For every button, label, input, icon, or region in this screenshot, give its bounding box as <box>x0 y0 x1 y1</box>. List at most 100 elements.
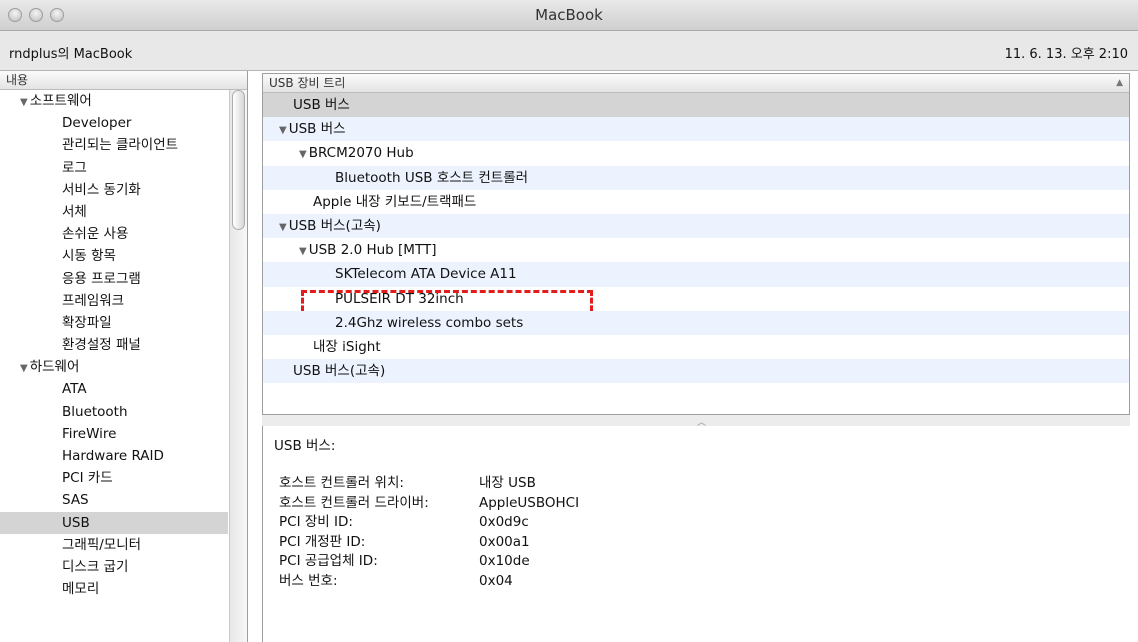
disclosure-triangle-icon[interactable]: ▼ <box>279 222 287 233</box>
sidebar-item[interactable]: 관리되는 클라이언트 <box>0 134 228 156</box>
disclosure-triangle-icon[interactable]: ▼ <box>279 125 287 136</box>
sidebar-item-label: 확장파일 <box>62 314 112 331</box>
sidebar-item-label: FireWire <box>62 425 117 442</box>
window-title: MacBook <box>535 6 603 24</box>
sidebar-item-label: 서비스 동기화 <box>62 181 141 198</box>
property-value: 내장 USB <box>479 475 536 491</box>
sidebar-item[interactable]: Bluetooth <box>0 401 228 423</box>
sidebar-item[interactable]: 디스크 굽기 <box>0 556 228 578</box>
tree-row[interactable]: ▼ USB 버스(고속) <box>263 213 1129 239</box>
sidebar-item-label: 프레임워크 <box>62 292 125 309</box>
sidebar-item-label: ATA <box>62 381 87 398</box>
property-row: 호스트 컨트롤러 위치: 내장 USB <box>279 474 579 494</box>
sidebar-item[interactable]: 서체 <box>0 201 228 223</box>
tree-row[interactable]: 2.4Ghz wireless combo sets <box>263 310 1129 335</box>
property-value: AppleUSBOHCI <box>479 494 580 511</box>
detail-title: USB 버스: <box>274 438 336 454</box>
sidebar-item[interactable]: SAS <box>0 489 228 511</box>
tree-column-header[interactable]: USB 장비 트리 ▲ <box>263 74 1129 93</box>
tree-row-label: 내장 iSight <box>313 338 381 355</box>
sidebar-item-label: 손쉬운 사용 <box>62 226 129 243</box>
sidebar-item-label: 하드웨어 <box>29 359 80 376</box>
machine-name: rndplus의 MacBook <box>9 47 133 62</box>
property-row: PCI 개정판 ID: 0x00a1 <box>279 533 579 553</box>
sidebar-item-label: 메모리 <box>62 581 100 598</box>
sidebar-item-label: 환경설정 패널 <box>62 337 141 354</box>
disclosure-triangle-icon[interactable]: ▼ <box>299 246 307 257</box>
title-bar: MacBook <box>0 0 1138 31</box>
tree-row[interactable]: Bluetooth USB 호스트 컨트롤러 <box>263 165 1129 190</box>
sidebar-item[interactable]: 서비스 동기화 <box>0 179 228 201</box>
property-row: PCI 장비 ID: 0x0d9c <box>279 513 579 533</box>
tree-row-label: USB 버스 <box>288 121 346 138</box>
tree-row[interactable]: PULSEIR DT 32inch <box>263 287 1129 319</box>
sidebar-item[interactable]: 응용 프로그램 <box>0 268 228 290</box>
sidebar-item[interactable]: Hardware RAID <box>0 445 228 467</box>
tree-row[interactable]: ▼ USB 버스 <box>263 117 1129 142</box>
sidebar-item[interactable]: 그래픽/모니터 <box>0 534 228 556</box>
tree-row-label: BRCM2070 Hub <box>308 145 414 162</box>
sidebar-item[interactable]: 손쉬운 사용 <box>0 223 228 245</box>
property-label: 호스트 컨트롤러 위치: <box>279 475 404 491</box>
property-row: 버스 번호: 0x04 <box>279 572 579 592</box>
sidebar-item-label: USB <box>62 514 90 531</box>
sort-up-icon: ▲ <box>1116 78 1123 88</box>
tree-row-label: SKTelecom ATA Device A11 <box>335 266 517 283</box>
sidebar-column-header[interactable]: 내용 <box>0 71 247 90</box>
tree-rows: USB 버스 ▼ USB 버스 ▼ BRCM2070 Hub Bluetooth USB … <box>263 93 1129 384</box>
tree-row[interactable]: SKTelecom ATA Device A11 <box>263 262 1129 287</box>
tree-row[interactable]: USB 버스 <box>263 93 1129 118</box>
property-table: 호스트 컨트롤러 위치: 내장 USB 호스트 컨트롤러 드라이버: AppleUSB… <box>279 474 579 591</box>
tree-row[interactable]: USB 버스(고속) <box>263 359 1129 384</box>
property-row: 호스트 컨트롤러 드라이버: AppleUSBOHCI <box>279 494 579 514</box>
disclosure-triangle-icon[interactable]: ▼ <box>20 97 28 108</box>
sidebar-item[interactable]: ATA <box>0 378 228 400</box>
property-value: 0x0d9c <box>479 514 529 530</box>
property-value: 0x10de <box>479 553 530 569</box>
sidebar-item-label: 소프트웨어 <box>29 93 92 109</box>
sidebar-item-label: Developer <box>62 115 132 132</box>
tree-row[interactable]: Apple 내장 키보드/트랙패드 <box>263 190 1129 214</box>
sidebar-item-label: SAS <box>62 492 89 509</box>
sidebar-item[interactable]: USB <box>0 511 228 534</box>
tree-row-label: USB 버스(고속) <box>293 363 386 380</box>
sidebar-item[interactable]: FireWire <box>0 423 228 445</box>
sidebar-item-label: Hardware RAID <box>62 448 164 464</box>
sidebar-item[interactable]: 프레임워크 <box>0 290 228 312</box>
sidebar-scroll-thumb[interactable] <box>232 90 245 230</box>
sidebar-category[interactable]: ▼ 소프트웨어 <box>0 90 228 112</box>
tree-row[interactable]: ▼ BRCM2070 Hub <box>263 141 1129 165</box>
sidebar-item-label: 시동 항목 <box>62 248 116 265</box>
sidebar-scrollbar[interactable] <box>229 90 247 642</box>
tree-header-label: USB 장비 트리 <box>269 76 346 90</box>
tree-row-label: USB 2.0 Hub [MTT] <box>308 242 437 259</box>
sidebar-category[interactable]: ▼ 하드웨어 <box>0 356 228 378</box>
tree-row-label: 2.4Ghz wireless combo sets <box>335 314 524 331</box>
property-value: 0x00a1 <box>479 533 530 550</box>
disclosure-triangle-icon[interactable]: ▼ <box>20 363 28 374</box>
tree-row-label: USB 버스 <box>293 97 350 113</box>
tree-row-label: Apple 내장 키보드/트랙패드 <box>313 193 477 210</box>
tree-row-label: PULSEIR DT 32inch <box>335 290 464 307</box>
sidebar-item[interactable]: 메모리 <box>0 578 228 600</box>
sidebar-item-label: 응용 프로그램 <box>62 270 141 287</box>
info-bar: rndplus의 MacBook 11. 6. 13. 오후 2:10 <box>0 31 1138 71</box>
detail-panel: USB 버스: 호스트 컨트롤러 위치: 내장 USB 호스트 컨트롤러 드라이버:… <box>262 426 1130 642</box>
disclosure-triangle-icon[interactable]: ▼ <box>299 149 307 160</box>
property-row: PCI 공급업체 ID: 0x10de <box>279 552 579 572</box>
property-label: PCI 장비 ID: <box>279 514 353 530</box>
sidebar-item[interactable]: Developer <box>0 112 228 134</box>
sidebar-item[interactable]: PCI 카드 <box>0 467 228 489</box>
tree-row[interactable]: ▼ USB 2.0 Hub [MTT] <box>263 238 1129 262</box>
sidebar-item-label: PCI 카드 <box>62 470 113 487</box>
sidebar-item-label: 디스크 굽기 <box>62 558 129 575</box>
sidebar-item-label: 서체 <box>62 203 87 220</box>
sidebar-item[interactable]: 로그 <box>0 157 228 179</box>
property-label: 호스트 컨트롤러 드라이버: <box>279 494 429 511</box>
sidebar-item[interactable]: 확장파일 <box>0 312 228 334</box>
sidebar-item[interactable]: 환경설정 패널 <box>0 334 228 356</box>
tree-row[interactable]: 내장 iSight <box>263 335 1129 359</box>
pane-splitter[interactable]: ︿ <box>262 415 1130 428</box>
sidebar-item[interactable]: 시동 항목 <box>0 245 228 267</box>
sidebar-item-label: 로그 <box>62 159 87 176</box>
